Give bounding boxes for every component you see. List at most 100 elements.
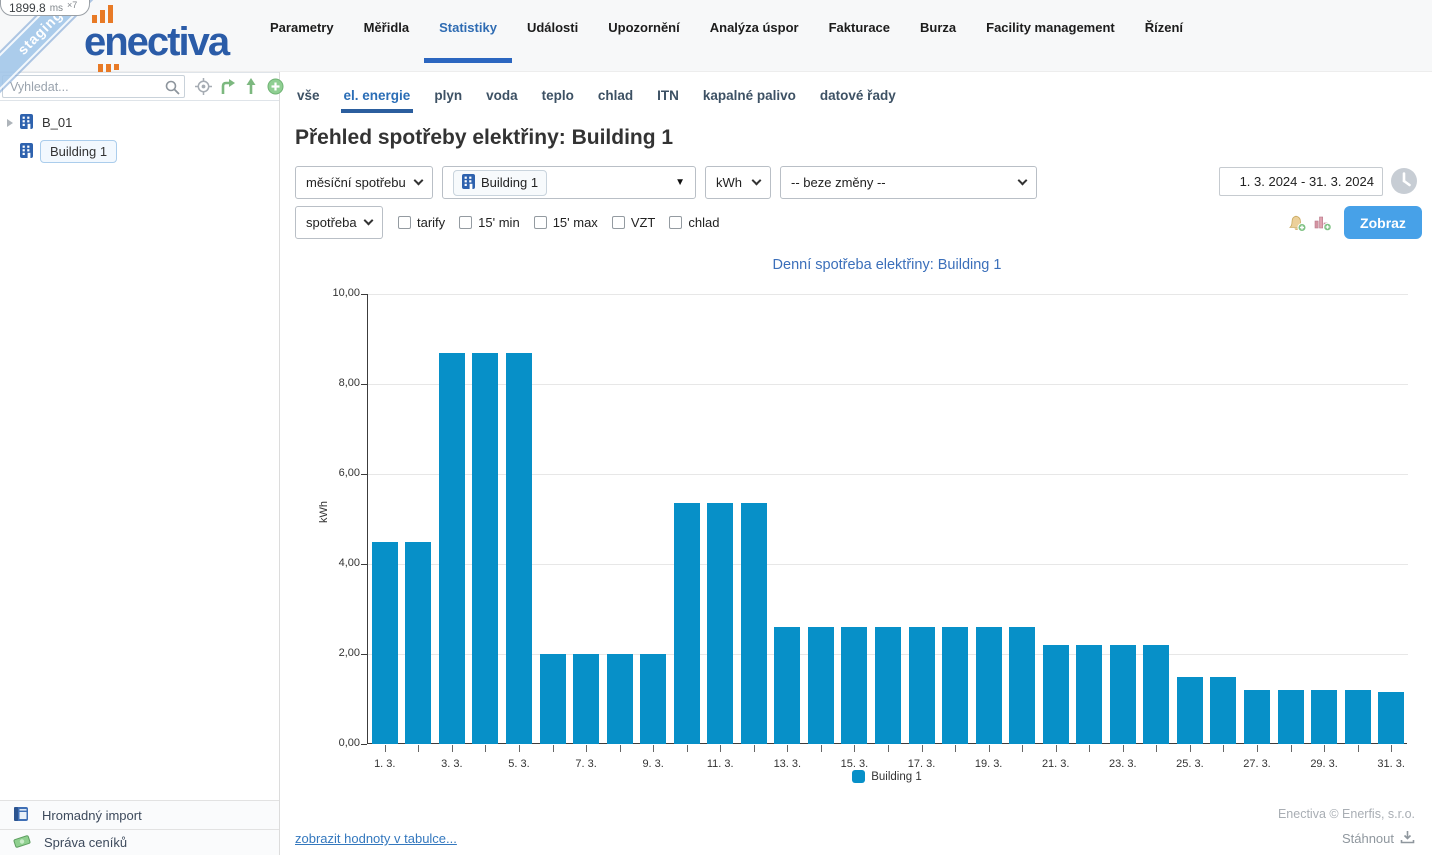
checkbox-label-15-max: 15' max bbox=[553, 215, 598, 230]
x-axis-tick bbox=[1156, 745, 1157, 752]
tab-teplo[interactable]: teplo bbox=[542, 88, 574, 103]
nav-item-fakturace[interactable]: Fakturace bbox=[829, 0, 890, 72]
bar-slot: 9. 3. bbox=[636, 294, 670, 744]
tree-item-b-01[interactable]: B_01 bbox=[0, 110, 279, 135]
chart-plot-area: kWh 0,002,004,006,008,0010,001. 3.3. 3.5… bbox=[367, 294, 1407, 744]
nav-item-anal-za-spor[interactable]: Analýza úspor bbox=[710, 0, 799, 72]
bar-26-3 bbox=[1210, 677, 1236, 745]
add-chart-icon[interactable] bbox=[1314, 214, 1332, 231]
bar-17-3 bbox=[909, 627, 935, 744]
nav-item-upozorn-n[interactable]: Upozornění bbox=[608, 0, 680, 72]
filter-row-2: spotřeba tarify 15' min 15' max VZT chlad bbox=[295, 206, 719, 239]
clock-icon[interactable] bbox=[1390, 167, 1418, 195]
bar-2-3 bbox=[405, 542, 431, 745]
sidebar-item-bulk-import[interactable]: Hromadný import bbox=[0, 800, 279, 829]
tree-item-building-1[interactable]: Building 1 bbox=[0, 139, 279, 164]
x-axis-tick bbox=[553, 745, 554, 752]
x-axis-label: 9. 3. bbox=[642, 758, 663, 770]
app-logo-text: enectiva bbox=[84, 20, 228, 64]
tab-itn[interactable]: ITN bbox=[657, 88, 679, 103]
checkbox-chlad[interactable]: chlad bbox=[669, 215, 719, 230]
tab-datov-ady[interactable]: datové řady bbox=[820, 88, 896, 103]
search-input[interactable] bbox=[2, 75, 185, 98]
tab-voda[interactable]: voda bbox=[486, 88, 518, 103]
nav-item-zen[interactable]: Řízení bbox=[1145, 0, 1183, 72]
tab-v-e[interactable]: vše bbox=[297, 88, 320, 103]
bar-slot bbox=[402, 294, 436, 744]
chevron-down-icon bbox=[752, 176, 762, 186]
bar-slot bbox=[670, 294, 704, 744]
quantity-select[interactable]: spotřeba bbox=[295, 206, 383, 239]
nav-item-statistiky[interactable]: Statistiky bbox=[439, 0, 497, 72]
chart-legend[interactable]: Building 1 bbox=[367, 770, 1407, 783]
bar-slot: 21. 3. bbox=[1039, 294, 1073, 744]
copyright-text: Enectiva © Enerfis, s.r.o. bbox=[1278, 807, 1415, 821]
tab-plyn[interactable]: plyn bbox=[434, 88, 462, 103]
tab-kapaln-palivo[interactable]: kapalné palivo bbox=[703, 88, 796, 103]
up-arrow-icon[interactable] bbox=[242, 78, 260, 96]
building-icon bbox=[20, 143, 33, 161]
unit-select[interactable]: kWh bbox=[705, 166, 771, 199]
sidebar-toolbar bbox=[194, 78, 284, 96]
x-axis-tick bbox=[1257, 745, 1258, 752]
y-axis-label: 6,00 bbox=[300, 467, 360, 479]
checkbox-box-tarify[interactable] bbox=[398, 216, 411, 229]
bar-slot bbox=[1072, 294, 1106, 744]
checkbox-vzt[interactable]: VZT bbox=[612, 215, 656, 230]
show-table-link[interactable]: zobrazit hodnoty v tabulce... bbox=[295, 831, 457, 846]
checkbox-15-min[interactable]: 15' min bbox=[459, 215, 520, 230]
nav-item-facility-management[interactable]: Facility management bbox=[986, 0, 1115, 72]
change-select[interactable]: -- beze změny -- bbox=[780, 166, 1037, 199]
checkbox-box-15-min[interactable] bbox=[459, 216, 472, 229]
x-axis-tick bbox=[720, 745, 721, 752]
add-circle-icon[interactable] bbox=[266, 78, 284, 96]
legend-label: Building 1 bbox=[871, 771, 922, 783]
bar-slot bbox=[1140, 294, 1174, 744]
nav-item-parametry[interactable]: Parametry bbox=[270, 0, 334, 72]
show-button[interactable]: Zobraz bbox=[1344, 206, 1422, 239]
tab-chlad[interactable]: chlad bbox=[598, 88, 633, 103]
period-select[interactable]: měsíční spotřebu bbox=[295, 166, 433, 199]
search-icon[interactable] bbox=[164, 79, 180, 100]
checkbox-15-max[interactable]: 15' max bbox=[534, 215, 598, 230]
x-axis-label: 21. 3. bbox=[1042, 758, 1070, 770]
checkbox-tarify[interactable]: tarify bbox=[398, 215, 445, 230]
checkbox-box-vzt[interactable] bbox=[612, 216, 625, 229]
branch-arrow-icon[interactable] bbox=[218, 78, 236, 96]
nav-item-burza[interactable]: Burza bbox=[920, 0, 956, 72]
chevron-down-icon bbox=[414, 176, 424, 186]
tree-item-label: Building 1 bbox=[40, 140, 117, 163]
nav-item-ud-losti[interactable]: Události bbox=[527, 0, 578, 72]
download-button[interactable]: Stáhnout bbox=[1342, 830, 1415, 847]
bar-1-3 bbox=[372, 542, 398, 745]
bar-slot: 5. 3. bbox=[502, 294, 536, 744]
sidebar-item-price-lists[interactable]: Správa ceníků bbox=[0, 829, 279, 855]
x-axis-tick bbox=[922, 745, 923, 752]
building-icon bbox=[20, 114, 33, 132]
profiler-time: 1899.8 bbox=[9, 1, 46, 15]
expand-arrow-icon[interactable] bbox=[7, 119, 13, 127]
date-range-input[interactable]: 1. 3. 2024 - 31. 3. 2024 bbox=[1219, 167, 1383, 196]
x-axis-tick bbox=[1324, 745, 1325, 752]
app-logo[interactable]: enectiva bbox=[84, 22, 228, 62]
bar-29-3 bbox=[1311, 690, 1337, 744]
x-axis-label: 29. 3. bbox=[1310, 758, 1338, 770]
checkbox-box-chlad[interactable] bbox=[669, 216, 682, 229]
energy-type-tabs: vše el. energie plyn voda teplo chlad ITN kapal… bbox=[297, 80, 896, 110]
building-multiselect[interactable]: Building 1 ▼ bbox=[442, 166, 696, 199]
tab-el-energie[interactable]: el. energie bbox=[344, 88, 411, 103]
bar-7-3 bbox=[573, 654, 599, 744]
x-axis-tick bbox=[1056, 745, 1057, 752]
bar-20-3 bbox=[1009, 627, 1035, 744]
checkbox-label-tarify: tarify bbox=[417, 215, 445, 230]
add-alert-bell-icon[interactable] bbox=[1288, 214, 1307, 232]
target-icon[interactable] bbox=[194, 78, 212, 96]
x-axis-tick bbox=[687, 745, 688, 752]
checkbox-box-15-max[interactable] bbox=[534, 216, 547, 229]
bar-11-3 bbox=[707, 503, 733, 744]
y-axis-tick bbox=[361, 744, 367, 745]
unit-select-value: kWh bbox=[716, 175, 742, 190]
nav-item-m-idla[interactable]: Měřidla bbox=[364, 0, 410, 72]
profiler-badge[interactable]: 1899.8ms×7 bbox=[0, 0, 90, 16]
building-chip[interactable]: Building 1 bbox=[453, 170, 547, 196]
